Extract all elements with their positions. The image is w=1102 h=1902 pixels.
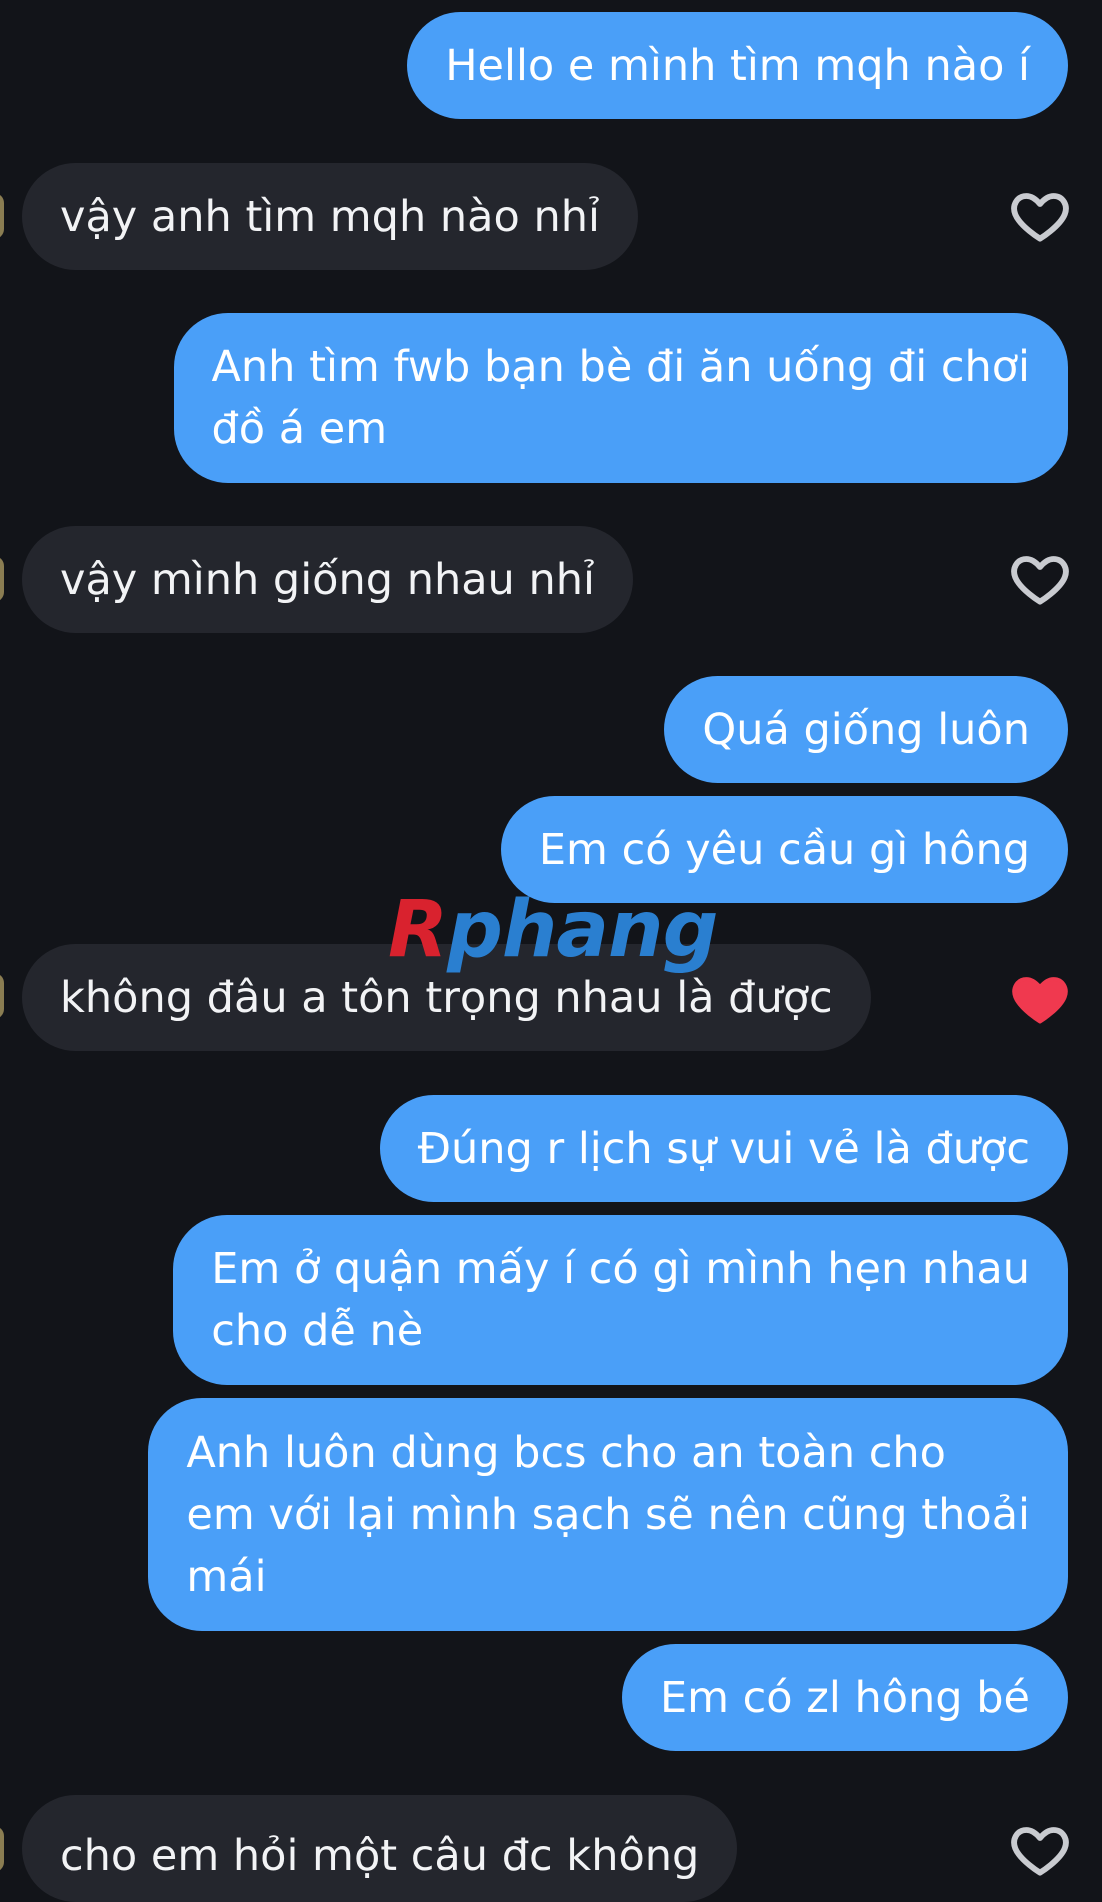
message-bubble-outgoing[interactable]: Em có zl hông bé — [621, 1644, 1068, 1751]
avatar[interactable] — [0, 193, 4, 239]
message-bubble-outgoing[interactable]: Anh luôn dùng bcs cho an toàn cho em với… — [148, 1398, 1068, 1631]
avatar[interactable] — [0, 1826, 4, 1872]
avatar[interactable] — [0, 973, 4, 1019]
watermark-part-1: R — [388, 885, 448, 975]
like-heart-icon[interactable] — [1008, 1818, 1072, 1882]
message-bubble-outgoing[interactable]: Đúng r lịch sự vui vẻ là được — [379, 1095, 1068, 1202]
message-bubble-outgoing[interactable]: Hello e mình tìm mqh nào í — [407, 12, 1068, 119]
like-heart-icon[interactable] — [1008, 547, 1072, 611]
message-bubble-outgoing[interactable]: Quá giống luôn — [664, 676, 1068, 783]
like-heart-icon[interactable] — [1008, 184, 1072, 248]
message-bubble-incoming[interactable]: vậy anh tìm mqh nào nhỉ — [22, 163, 638, 270]
watermark-logo: Rphang — [388, 882, 718, 978]
message-bubble-outgoing[interactable]: Anh tìm fwb bạn bè đi ăn uống đi chơi đồ… — [173, 313, 1068, 483]
message-bubble-incoming[interactable]: cho em hỏi một câu đc không — [22, 1795, 738, 1902]
avatar[interactable] — [0, 556, 4, 602]
message-bubble-outgoing[interactable]: Em ở quận mấy í có gì mình hẹn nhau cho … — [173, 1215, 1068, 1385]
message-bubble-incoming[interactable]: vậy mình giống nhau nhỉ — [22, 526, 633, 633]
watermark-part-2: phang — [447, 885, 718, 975]
liked-heart-icon[interactable] — [1008, 967, 1072, 1031]
